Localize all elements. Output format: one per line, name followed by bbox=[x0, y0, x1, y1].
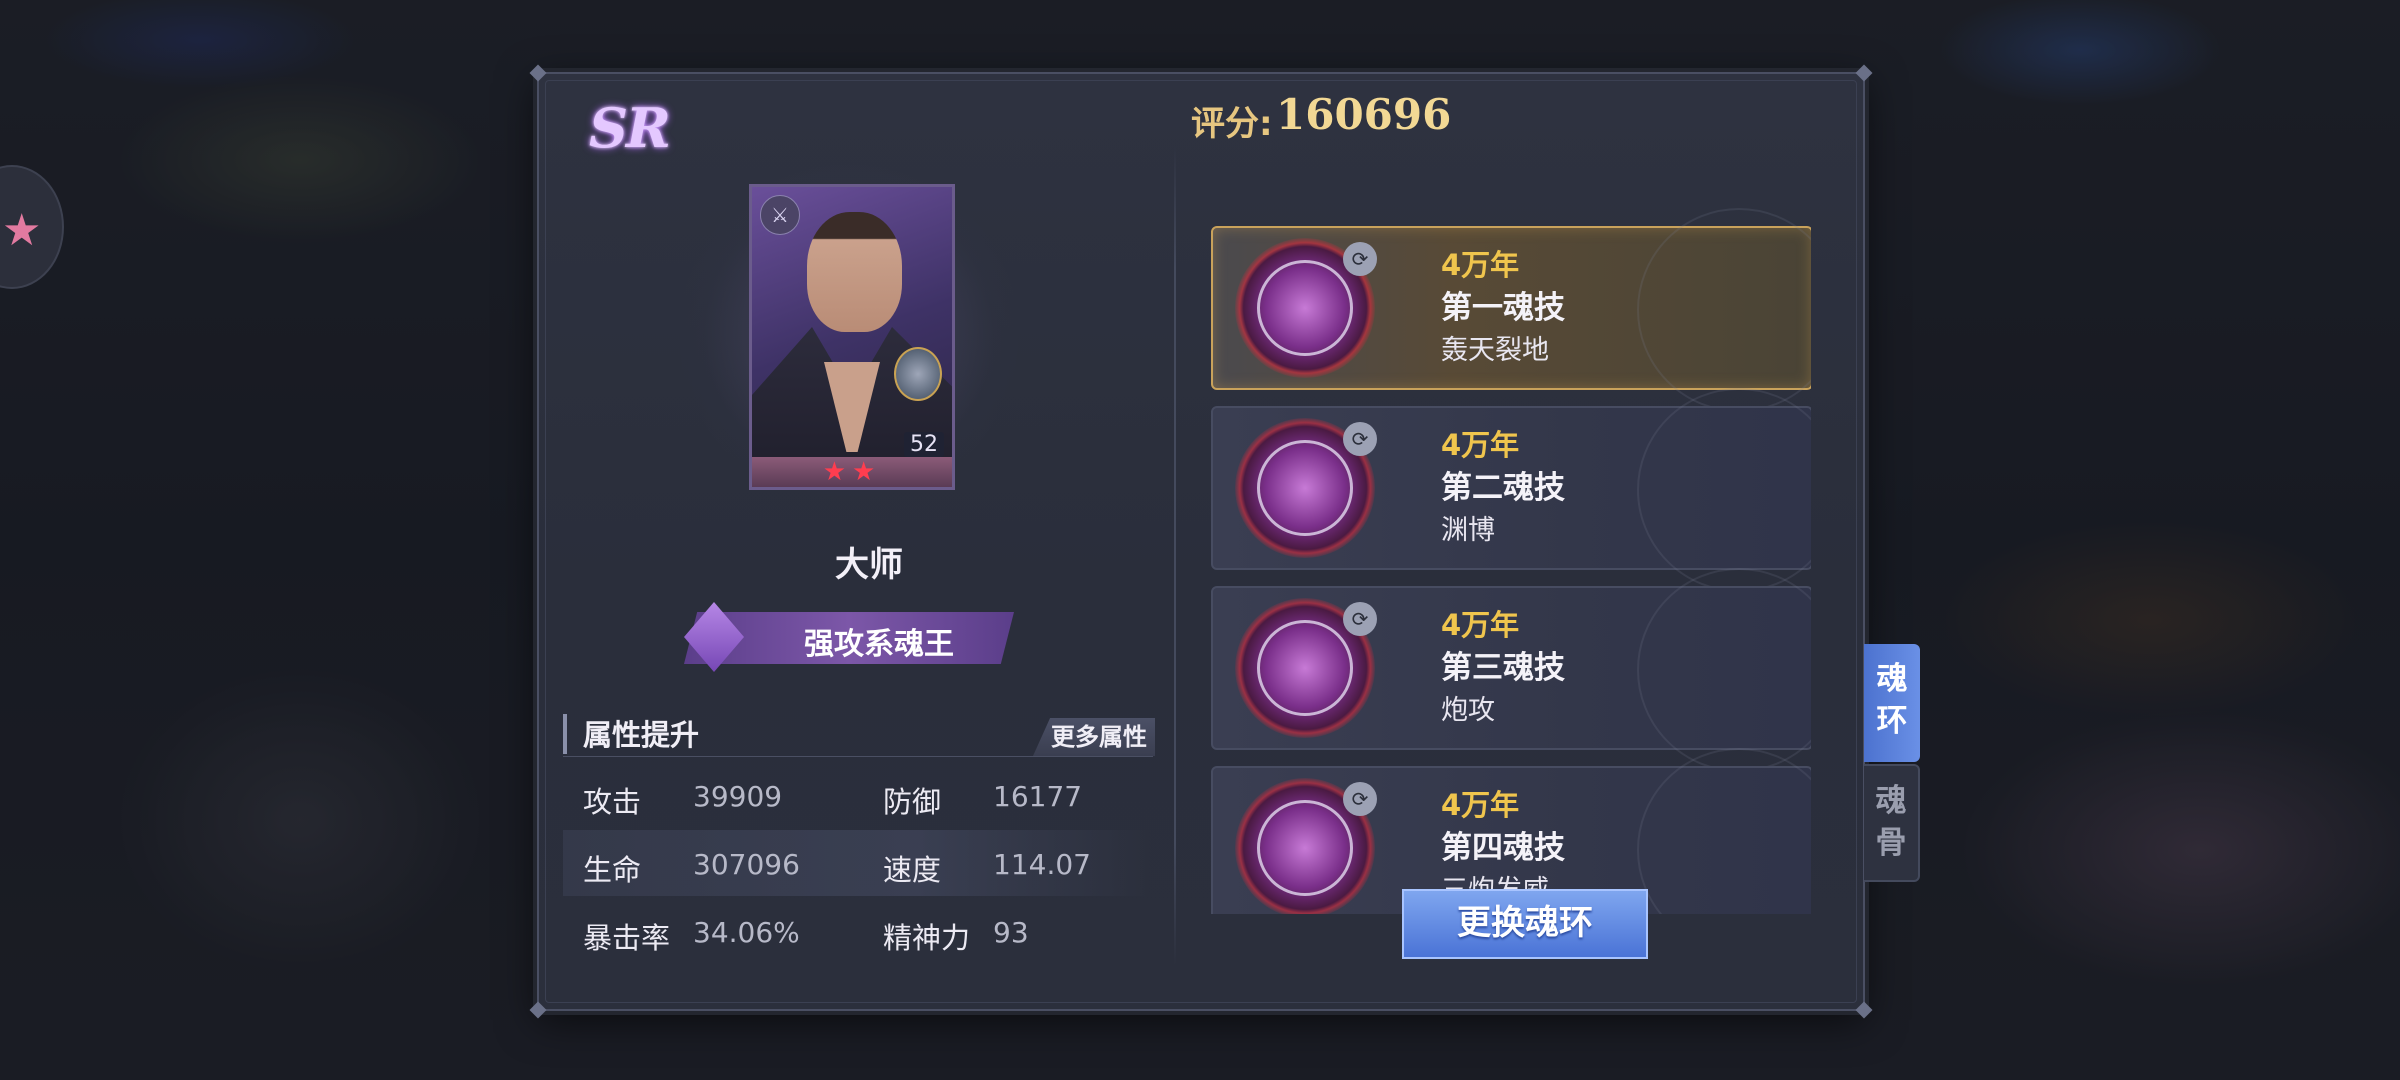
hero-portrait: ⚔ 52 ★★ bbox=[749, 184, 955, 490]
column-divider bbox=[1174, 146, 1176, 966]
tab-label: 魂 骨 bbox=[1875, 783, 1907, 861]
stat-value: 39909 bbox=[693, 780, 783, 813]
ring-deco bbox=[1637, 568, 1811, 772]
ring-skill: 炮攻 bbox=[1441, 695, 1495, 726]
hero-portrait-card[interactable]: ⚔ 52 ★★ bbox=[679, 164, 1019, 514]
ring-badge-icon: ⟳ bbox=[1343, 782, 1377, 816]
stat-row: 暴击率 34.06% 精神力 93 bbox=[563, 898, 1153, 964]
hero-name: 大师 bbox=[835, 545, 903, 585]
hero-level: 52 bbox=[904, 432, 944, 457]
stats-title: 属性提升 bbox=[583, 718, 700, 752]
tab-soul-ring[interactable]: 魂 环 bbox=[1864, 644, 1920, 762]
pet-companion-icon bbox=[894, 347, 942, 401]
ring-skill: 渊博 bbox=[1441, 515, 1495, 546]
hero-title: 强攻系魂王 bbox=[804, 627, 954, 662]
soul-ring-item[interactable]: ⟳ 4万年 第一魂技 轰天裂地 bbox=[1211, 208, 1811, 412]
score-value: 160696 bbox=[1276, 90, 1452, 139]
ring-badge-icon: ⟳ bbox=[1343, 242, 1377, 276]
ring-badge-icon: ⟳ bbox=[1343, 602, 1377, 636]
star-icon: ★ bbox=[2, 205, 42, 256]
stat-row: 攻击 39909 防御 16177 bbox=[563, 762, 1153, 828]
sr-rarity-badge: SR bbox=[589, 96, 671, 160]
stat-value: 34.06% bbox=[693, 916, 800, 949]
tab-label: 魂 环 bbox=[1876, 661, 1908, 739]
score-label: 评分: bbox=[1191, 104, 1273, 144]
ring-deco bbox=[1637, 748, 1811, 914]
portrait-face bbox=[807, 212, 902, 332]
change-soul-ring-button[interactable]: 更换魂环 bbox=[1402, 889, 1648, 959]
stat-label: 精神力 bbox=[883, 921, 971, 955]
stat-label: 暴击率 bbox=[583, 921, 671, 955]
stat-label: 防御 bbox=[883, 785, 942, 819]
ring-year: 4万年 bbox=[1441, 248, 1520, 282]
stat-value: 16177 bbox=[993, 780, 1083, 813]
more-attributes-button[interactable]: 更多属性 › bbox=[1033, 718, 1155, 756]
stats-header: 属性提升 更多属性 › bbox=[563, 710, 1155, 757]
ring-deco bbox=[1637, 208, 1811, 412]
ring-name: 第四魂技 bbox=[1441, 830, 1565, 866]
soul-ring-item[interactable]: ⟳ 4万年 第二魂技 渊博 bbox=[1211, 388, 1811, 592]
soul-ring-item[interactable]: ⟳ 4万年 第三魂技 炮攻 bbox=[1211, 568, 1811, 772]
stat-value: 307096 bbox=[693, 848, 800, 881]
star-rating: ★★ bbox=[752, 457, 952, 487]
stat-label: 速度 bbox=[883, 853, 942, 887]
ring-name: 第二魂技 bbox=[1441, 470, 1565, 506]
ring-name: 第一魂技 bbox=[1441, 290, 1565, 326]
ring-badge-icon: ⟳ bbox=[1343, 422, 1377, 456]
ring-year: 4万年 bbox=[1441, 788, 1520, 822]
ring-deco bbox=[1637, 388, 1811, 592]
stats-header-accent bbox=[563, 714, 567, 754]
tab-soul-bone[interactable]: 魂 骨 bbox=[1864, 764, 1920, 882]
attack-type-icon: ⚔ bbox=[760, 195, 800, 235]
stat-value: 93 bbox=[993, 916, 1029, 949]
hero-detail-panel: SR ⚔ 52 ★★ 大师 强攻系魂王 属性提升 更多属性 › 攻击 39909… bbox=[529, 64, 1920, 1019]
stat-value: 114.07 bbox=[993, 848, 1091, 881]
ring-skill: 轰天裂地 bbox=[1441, 335, 1549, 366]
soul-ring-list[interactable]: ⟳ 4万年 第一魂技 轰天裂地 ⟳ 4万年 第二魂技 渊博 ⟳ 4万年 第三魂技… bbox=[1211, 154, 1811, 914]
stat-label: 攻击 bbox=[583, 785, 642, 819]
more-attributes-label: 更多属性 bbox=[1051, 723, 1147, 751]
stat-row: 生命 307096 速度 114.07 bbox=[563, 830, 1153, 896]
ring-name: 第三魂技 bbox=[1441, 650, 1565, 686]
stat-label: 生命 bbox=[583, 853, 642, 887]
ring-year: 4万年 bbox=[1441, 428, 1520, 462]
ring-year: 4万年 bbox=[1441, 608, 1520, 642]
